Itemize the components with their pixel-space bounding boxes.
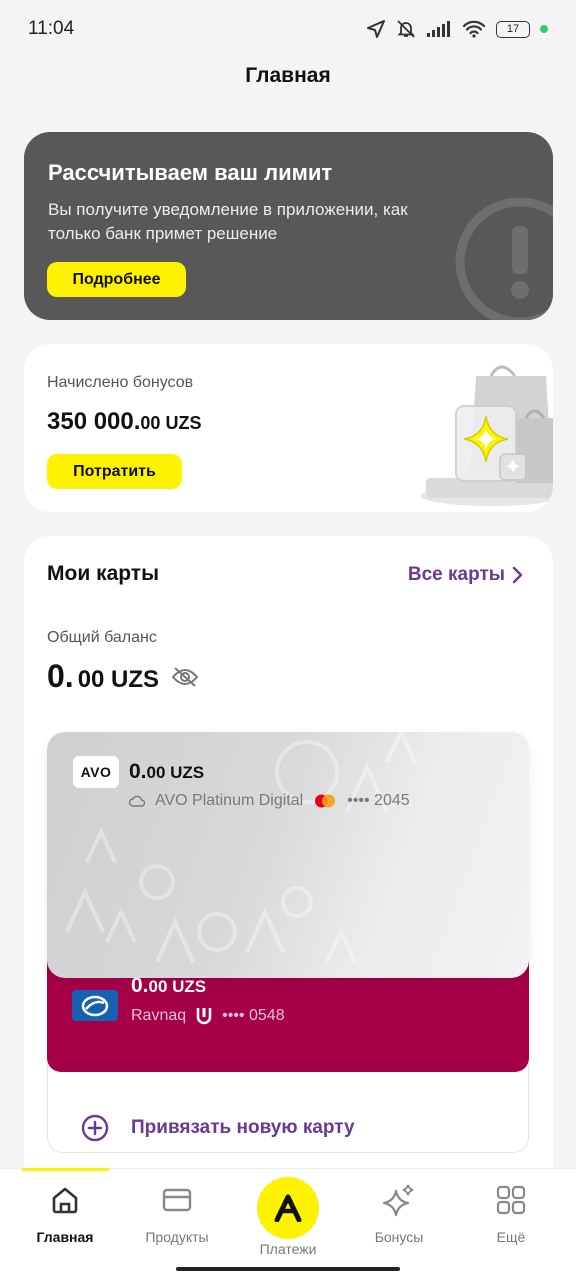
nav-item-home[interactable]: Главная [15,1183,115,1245]
status-icons: 17 [366,19,548,39]
add-card-button[interactable]: Привязать новую карту [81,1114,355,1142]
ravnaq-logo [72,990,118,1021]
avo-card-balance-fraction: 00 UZS [146,763,205,782]
avo-logo: AVO [73,756,119,788]
bonus-card: Начислено бонусов 350 000.00 UZS Потрати… [24,344,553,512]
my-cards-title: Мои карты [47,562,160,585]
chevron-right-icon [512,566,523,584]
nav-label-payments: Платежи [259,1241,317,1257]
privacy-dot [540,25,548,33]
grid-icon [461,1183,561,1217]
total-balance-fraction: 00 UZS [77,666,160,693]
bonus-amount: 350 000.00 UZS [47,408,201,436]
status-time: 11:04 [28,18,75,39]
ravnaq-card-name: Ravnaq [131,1007,187,1024]
location-arrow-icon [367,20,385,38]
signal-icon [427,21,450,37]
bonus-label: Начислено бонусов [47,374,194,391]
add-card-label: Привязать новую карту [131,1117,355,1138]
limit-card-title: Рассчитываем ваш лимит [48,160,333,185]
plus-circle-icon [81,1114,109,1142]
battery-indicator: 17 [496,20,530,38]
spend-bonus-button[interactable]: Потратить [47,454,182,489]
avo-card-balance: 0.00 UZS [129,760,204,784]
home-icon [15,1183,115,1217]
ravnaq-emblem-icon [81,995,109,1016]
ravnaq-card-meta: Ravnaq •••• 0548 [131,1006,285,1026]
nav-label-bonuses: Бонусы [374,1229,424,1245]
nav-item-payments[interactable]: Платежи [238,1177,338,1257]
limit-status-card: Рассчитываем ваш лимит Вы получите уведо… [24,132,553,320]
all-cards-label: Все карты [407,564,505,585]
sparkle-icon [349,1183,449,1217]
cloud-icon [129,795,145,807]
uzcard-icon [196,1008,212,1025]
avo-card-mask: •••• 2045 [347,792,410,809]
nav-item-more[interactable]: Ещё [461,1183,561,1245]
card-icon [127,1183,227,1217]
nav-item-bonuses[interactable]: Бонусы [349,1183,449,1245]
bottom-navigation: Главная Продукты Платежи Бонусы Ещё [0,1168,576,1280]
all-cards-link[interactable]: Все карты [408,564,523,586]
nav-active-indicator [22,1168,109,1171]
home-indicator[interactable] [176,1267,400,1271]
total-balance: 0. 00 UZS [47,658,199,695]
nav-label-home: Главная [36,1229,94,1245]
limit-card-text: Вы получите уведомление в приложении, ка… [48,200,408,243]
shopping-bags-illustration [421,365,553,506]
avo-card-name: AVO Platinum Digital [155,792,304,809]
status-bar: 11:04 17 [0,0,576,58]
wifi-icon [462,20,486,38]
mastercard-icon [315,794,336,808]
bell-off-icon [397,20,415,38]
bonus-amount-fraction: 00 UZS [140,413,202,433]
nav-label-more: Ещё [496,1229,526,1245]
nav-label-products: Продукты [145,1229,209,1245]
ravnaq-card-balance-fraction: 00 UZS [148,977,207,996]
avo-card-meta: AVO Platinum Digital •••• 2045 [129,792,410,810]
eye-off-icon[interactable] [171,666,199,688]
page-title: Главная [245,64,331,87]
exclamation-icon [455,197,553,320]
card-pattern [65,732,417,963]
details-button[interactable]: Подробнее [47,262,186,297]
avo-card-balance-main: 0. [129,760,147,783]
my-cards-section: Мои карты Все карты Общий баланс 0. 00 UZ… [24,536,553,1170]
payments-icon [257,1177,319,1239]
ravnaq-card-mask: •••• 0548 [222,1007,285,1024]
bonus-amount-main: 350 000. [47,408,141,435]
nav-item-products[interactable]: Продукты [127,1183,227,1245]
total-balance-label: Общий баланс [47,629,157,646]
card-avo-platinum[interactable]: AVO 0.00 UZS AVO Platinum Digital •••• 2… [47,732,529,978]
total-balance-main: 0. [47,658,74,694]
